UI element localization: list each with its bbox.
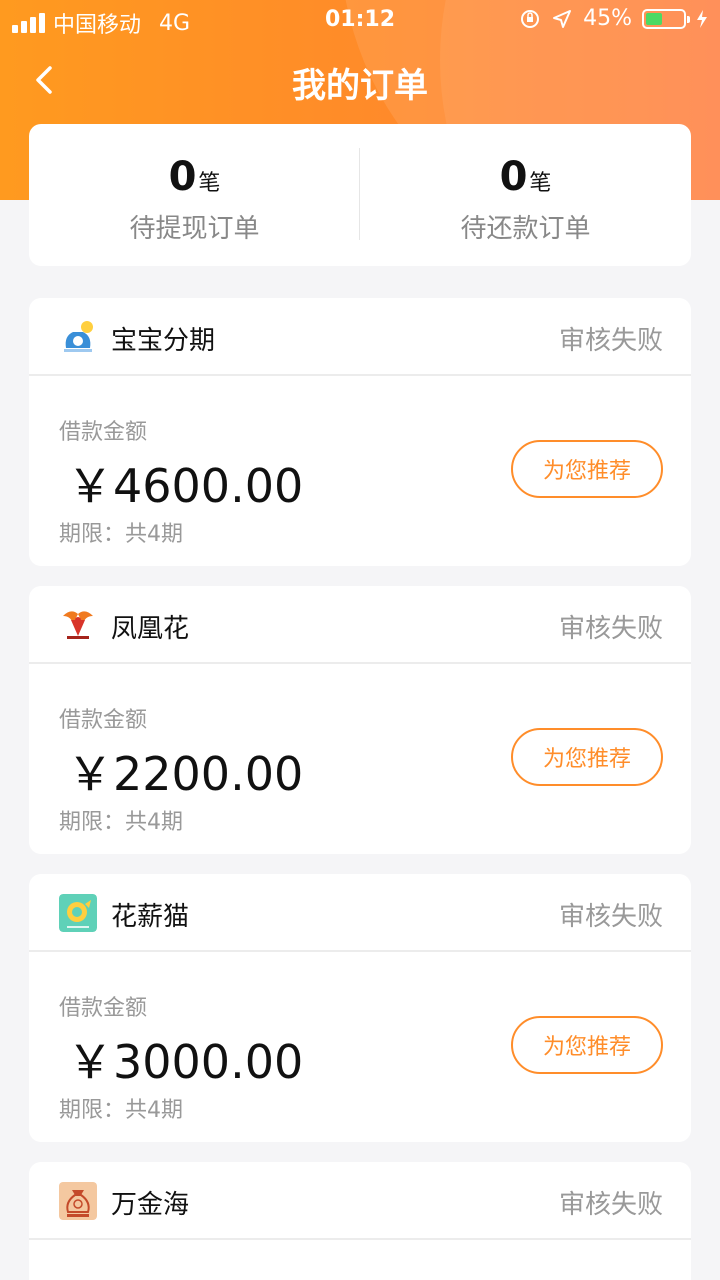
recommend-button[interactable]: 为您推荐 bbox=[511, 440, 663, 498]
app-name: 万金海 bbox=[111, 1190, 190, 1220]
pending-repay-count: 0笔 bbox=[360, 154, 691, 200]
charging-icon bbox=[697, 9, 707, 28]
status-right: 45% bbox=[519, 6, 708, 31]
order-header: 凤凰花 审核失败 bbox=[29, 586, 691, 664]
summary-card: 0笔 待提现订单 0笔 待还款订单 bbox=[29, 124, 691, 266]
money-bag-logo-icon bbox=[59, 1182, 97, 1220]
location-icon bbox=[553, 9, 572, 28]
recommend-button[interactable]: 为您推荐 bbox=[511, 1016, 663, 1074]
count-number: 0 bbox=[499, 154, 528, 200]
amount-value: ￥3000.00 bbox=[67, 1035, 304, 1089]
order-status: 审核失败 bbox=[558, 326, 663, 356]
order-status: 审核失败 bbox=[558, 614, 663, 644]
loan-term: 期限：共4期 bbox=[59, 810, 183, 835]
order-body: 借款金额 ￥4600.00 期限：共4期 为您推荐 bbox=[29, 376, 691, 566]
order-header: 万金海 审核失败 bbox=[29, 1162, 691, 1240]
amount-label: 借款金额 bbox=[59, 708, 148, 733]
recommend-button[interactable]: 为您推荐 bbox=[511, 728, 663, 786]
pending-withdraw-label: 待提现订单 bbox=[129, 214, 260, 244]
orientation-lock-icon bbox=[521, 9, 540, 28]
count-unit: 笔 bbox=[529, 171, 552, 196]
nav-bar: 我的订单 bbox=[0, 40, 720, 120]
pending-repay-label: 待还款订单 bbox=[460, 214, 591, 244]
app-name: 凤凰花 bbox=[111, 614, 190, 644]
order-status: 审核失败 bbox=[558, 902, 663, 932]
order-status: 审核失败 bbox=[558, 1190, 663, 1220]
battery-percent: 45% bbox=[583, 6, 632, 31]
pending-repay-summary[interactable]: 0笔 待还款订单 bbox=[360, 124, 691, 266]
app-name: 花薪猫 bbox=[111, 902, 190, 932]
loan-term: 期限：共4期 bbox=[59, 1098, 183, 1123]
page-title: 我的订单 bbox=[292, 66, 428, 106]
order-card[interactable]: 凤凰花 审核失败 借款金额 ￥2200.00 期限：共4期 为您推荐 bbox=[29, 586, 691, 854]
order-card[interactable]: 花薪猫 审核失败 借款金额 ￥3000.00 期限：共4期 为您推荐 bbox=[29, 874, 691, 1142]
loan-term: 期限：共4期 bbox=[59, 522, 183, 547]
amount-value: ￥2200.00 bbox=[67, 747, 304, 801]
amount-label: 借款金额 bbox=[59, 420, 148, 445]
cat-logo-icon bbox=[59, 894, 97, 932]
order-header: 宝宝分期 审核失败 bbox=[29, 298, 691, 376]
order-card[interactable]: 宝宝分期 审核失败 借款金额 ￥4600.00 期限：共4期 为您推荐 bbox=[29, 298, 691, 566]
app-name: 宝宝分期 bbox=[111, 326, 216, 356]
amount-value: ￥4600.00 bbox=[67, 459, 304, 513]
battery-icon bbox=[642, 8, 690, 29]
pending-withdraw-count: 0笔 bbox=[29, 154, 360, 200]
phoenix-logo-icon bbox=[59, 606, 97, 644]
order-body: 借款金额 ￥2200.00 期限：共4期 为您推荐 bbox=[29, 664, 691, 854]
order-header: 花薪猫 审核失败 bbox=[29, 874, 691, 952]
order-card[interactable]: 万金海 审核失败 bbox=[29, 1162, 691, 1280]
baobao-logo-icon bbox=[59, 318, 97, 356]
count-number: 0 bbox=[168, 154, 197, 200]
count-unit: 笔 bbox=[198, 171, 221, 196]
amount-label: 借款金额 bbox=[59, 996, 148, 1021]
status-bar: 中国移动 4G 01:12 45% bbox=[0, 0, 720, 40]
pending-withdraw-summary[interactable]: 0笔 待提现订单 bbox=[29, 124, 360, 266]
order-body: 借款金额 ￥3000.00 期限：共4期 为您推荐 bbox=[29, 952, 691, 1142]
